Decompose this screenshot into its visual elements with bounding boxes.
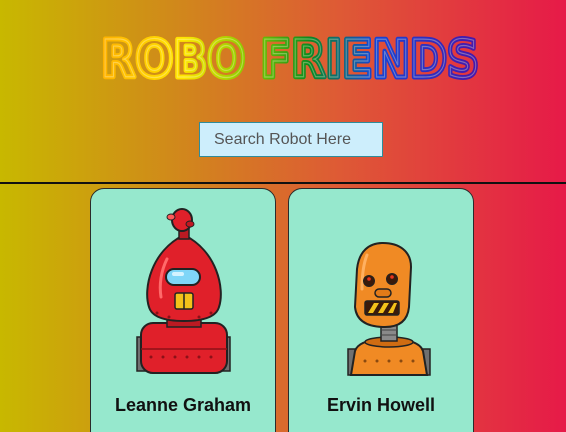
robot-name: Leanne Graham [114, 395, 252, 415]
header: ROBO FRIENDS ROBO FRIENDS [0, 0, 566, 183]
robot-avatar [347, 241, 431, 376]
robot-card[interactable]: Leanne Graham [90, 188, 276, 432]
card-list[interactable]: Leanne Graham Ervin Howell [0, 184, 566, 432]
search-box [199, 122, 383, 157]
page-title: ROBO FRIENDS ROBO FRIENDS [99, 28, 482, 93]
robot-card[interactable]: Ervin Howell [288, 188, 474, 432]
search-input[interactable] [199, 122, 383, 157]
robot-avatar [136, 208, 231, 374]
robot-name: Ervin Howell [326, 395, 436, 415]
page-title-highlight: ROBO FRIENDS [101, 30, 479, 90]
